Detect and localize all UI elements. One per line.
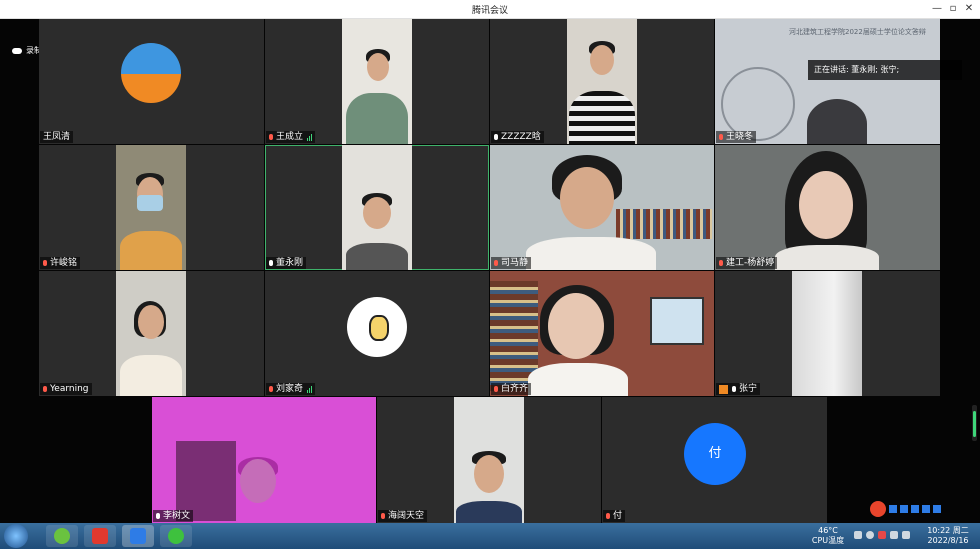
participant-tile-13[interactable]: 李树文	[152, 397, 376, 523]
windows-taskbar: 46°C CPU温度 10:22 周二 2022/8/16	[0, 501, 980, 549]
participant-name-label: 王晓冬	[716, 131, 757, 143]
participant-tile-6[interactable]: 董永刚	[265, 145, 489, 270]
minimize-icon[interactable]: —	[930, 2, 944, 15]
video-feed	[116, 145, 186, 270]
bookshelf	[616, 209, 712, 239]
participant-name-label: 建工-杨舒婷	[716, 257, 778, 269]
mic-icon	[269, 260, 273, 266]
participant-name-label: 付	[603, 510, 626, 522]
participant-tile-14[interactable]: 海阔天空	[377, 397, 601, 523]
video-feed	[342, 19, 412, 144]
participant-tile-12[interactable]: 张宁	[715, 271, 940, 396]
clock[interactable]: 10:22 周二 2022/8/16	[922, 526, 974, 546]
video-gallery: 录制中 王凤清 王成立 ZZZZZ晗 河北建筑工程学院2022届硕士学位论文答辩…	[0, 19, 980, 523]
avatar-initial: 付	[684, 423, 746, 485]
participant-name-label: 董永刚	[266, 257, 307, 269]
banner-text: 河北建筑工程学院2022届硕士学位论文答辩	[789, 28, 926, 36]
participant-name-label: 刘家奇	[266, 383, 316, 395]
mic-muted-icon	[719, 260, 723, 266]
participant-name-label: 李树文	[153, 510, 194, 522]
cabinet	[176, 441, 236, 521]
window-title: 腾讯会议	[471, 6, 508, 16]
monitor	[650, 297, 704, 345]
avatar-image	[121, 43, 181, 103]
taskbar-app-tencent-meeting[interactable]	[122, 525, 154, 547]
gallery-scrollbar[interactable]	[972, 405, 977, 441]
flag-icon	[878, 531, 886, 539]
mic-icon	[494, 134, 498, 140]
taskbar-app-browser[interactable]	[46, 525, 78, 547]
participant-tile-4[interactable]: 河北建筑工程学院2022届硕士学位论文答辩 王晓冬	[715, 19, 940, 144]
participant-tile-5[interactable]: 许峻铭	[39, 145, 264, 270]
mic-muted-icon	[606, 513, 610, 519]
mic-icon	[732, 386, 736, 392]
participant-tile-10[interactable]: 刘家奇	[265, 271, 489, 396]
avatar-image	[347, 297, 407, 357]
display-icon	[890, 531, 898, 539]
participant-name-label: 张宁	[716, 383, 761, 395]
video-feed	[342, 145, 412, 270]
face-mask	[137, 195, 163, 211]
participant-tile-15[interactable]: 付 付	[602, 397, 827, 523]
video-feed	[567, 19, 637, 144]
start-button[interactable]	[4, 524, 28, 548]
cloud-icon	[12, 47, 22, 54]
taskbar-app-wps[interactable]	[84, 525, 116, 547]
mic-icon	[156, 513, 160, 519]
university-seal-image	[721, 67, 795, 141]
participant-name-label: 海阔天空	[378, 510, 428, 522]
network-icon	[866, 531, 874, 539]
mic-muted-icon	[719, 134, 723, 140]
mic-muted-icon	[269, 134, 273, 140]
mic-muted-icon	[269, 386, 273, 392]
input-method-toolbar[interactable]	[870, 498, 980, 520]
cpu-temperature[interactable]: 46°C CPU温度	[808, 526, 848, 546]
participant-tile-2[interactable]: 王成立	[265, 19, 489, 144]
mic-muted-icon	[494, 260, 498, 266]
participant-tile-11[interactable]: 白齐齐	[490, 271, 714, 396]
system-tray[interactable]	[854, 531, 910, 539]
participant-tile-8[interactable]: 建工-杨舒婷	[715, 145, 940, 270]
user-icon	[719, 384, 728, 394]
tray-expand-icon	[854, 531, 862, 539]
participant-name-label: 白齐齐	[491, 383, 532, 395]
title-bar: 腾讯会议 — ▫ ✕	[0, 0, 980, 19]
video-feed	[792, 271, 862, 396]
background-figure	[807, 99, 867, 144]
participant-name-label: Yearning	[40, 383, 92, 395]
mic-muted-icon	[381, 513, 385, 519]
participant-tile-9[interactable]: Yearning	[39, 271, 264, 396]
participant-name-label: 司马静	[491, 257, 532, 269]
mic-muted-icon	[43, 260, 47, 266]
participant-name-label: ZZZZZ晗	[491, 131, 544, 143]
volume-icon	[902, 531, 910, 539]
audio-level-icon	[307, 385, 313, 393]
taskbar-app-wechat[interactable]	[160, 525, 192, 547]
participant-tile-1[interactable]: 王凤清	[39, 19, 264, 144]
participant-name-label: 许峻铭	[40, 257, 81, 269]
close-icon[interactable]: ✕	[962, 2, 976, 15]
speaking-indicator: 正在讲话: 董永刚; 张宁;	[808, 60, 962, 80]
maximize-icon[interactable]: ▫	[946, 2, 960, 15]
video-feed	[116, 271, 186, 396]
participant-tile-7[interactable]: 司马静	[490, 145, 714, 270]
mic-muted-icon	[494, 386, 498, 392]
video-feed	[454, 397, 524, 523]
participant-tile-3[interactable]: ZZZZZ晗	[490, 19, 714, 144]
participant-name-label: 王凤清	[40, 131, 74, 143]
participant-name-label: 王成立	[266, 131, 316, 143]
audio-level-icon	[307, 133, 313, 141]
mic-muted-icon	[43, 386, 47, 392]
